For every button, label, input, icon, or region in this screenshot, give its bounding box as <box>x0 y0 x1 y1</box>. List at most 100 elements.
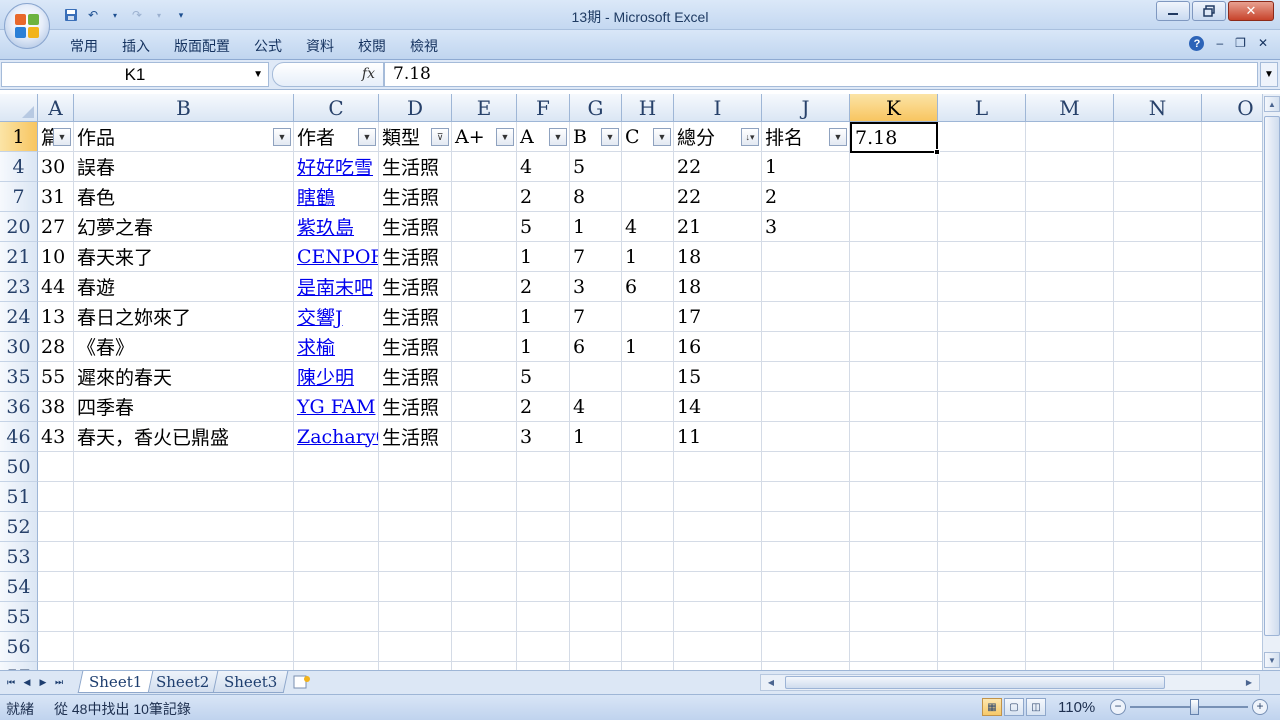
row-header[interactable]: 23 <box>0 272 38 302</box>
table-cell[interactable] <box>74 452 294 482</box>
table-cell[interactable] <box>622 482 674 512</box>
table-cell[interactable] <box>452 242 517 272</box>
column-header-h[interactable]: H <box>622 94 674 122</box>
table-cell[interactable]: 交響J <box>294 302 379 332</box>
table-cell[interactable] <box>517 572 570 602</box>
table-cell[interactable]: CENPOR <box>294 242 379 272</box>
table-cell[interactable] <box>938 212 1026 242</box>
table-cell[interactable] <box>452 602 517 632</box>
table-cell[interactable] <box>762 452 850 482</box>
table-cell[interactable] <box>452 362 517 392</box>
table-cell[interactable] <box>674 452 762 482</box>
normal-view-icon[interactable]: ▦ <box>982 698 1002 716</box>
table-cell[interactable] <box>570 572 622 602</box>
table-cell[interactable] <box>294 452 379 482</box>
table-cell[interactable]: 5 <box>517 212 570 242</box>
table-cell[interactable] <box>1026 152 1114 182</box>
table-cell[interactable] <box>1202 422 1262 452</box>
filter-dropdown-icon[interactable]: ▼ <box>358 128 376 146</box>
table-cell[interactable] <box>74 512 294 542</box>
table-cell[interactable] <box>452 632 517 662</box>
row-header[interactable]: 54 <box>0 572 38 602</box>
table-cell[interactable] <box>38 542 74 572</box>
column-header-d[interactable]: D <box>379 94 452 122</box>
table-cell[interactable]: 22 <box>674 152 762 182</box>
table-cell[interactable]: 1 <box>517 332 570 362</box>
table-cell[interactable] <box>622 182 674 212</box>
office-button[interactable] <box>4 3 50 49</box>
table-cell[interactable] <box>570 632 622 662</box>
table-cell[interactable]: 四季春 <box>74 392 294 422</box>
table-cell[interactable] <box>1202 362 1262 392</box>
table-cell[interactable]: 是南末吧 <box>294 272 379 302</box>
table-cell[interactable] <box>850 272 938 302</box>
table-cell[interactable]: 1 <box>517 242 570 272</box>
table-cell[interactable]: 21 <box>674 212 762 242</box>
table-cell[interactable] <box>74 542 294 572</box>
workbook-restore-icon[interactable]: ❐ <box>1235 36 1246 51</box>
table-cell[interactable]: 44 <box>38 272 74 302</box>
table-cell[interactable] <box>938 152 1026 182</box>
name-box[interactable]: K1 ▼ <box>1 62 269 87</box>
table-cell[interactable] <box>1026 272 1114 302</box>
table-cell[interactable] <box>1202 452 1262 482</box>
table-cell[interactable]: 30 <box>38 152 74 182</box>
table-cell[interactable]: 生活照 <box>379 392 452 422</box>
table-cell[interactable]: 生活照 <box>379 272 452 302</box>
fill-handle[interactable] <box>934 149 940 155</box>
filter-dropdown-icon[interactable]: ▼ <box>653 128 671 146</box>
horizontal-scroll-thumb[interactable] <box>785 676 1165 689</box>
table-cell[interactable] <box>762 632 850 662</box>
table-cell[interactable] <box>850 152 938 182</box>
minimize-button[interactable] <box>1156 1 1190 21</box>
table-cell[interactable] <box>1114 542 1202 572</box>
table-cell[interactable] <box>762 362 850 392</box>
table-cell[interactable] <box>850 602 938 632</box>
table-cell[interactable] <box>938 632 1026 662</box>
table-cell[interactable] <box>74 572 294 602</box>
table-cell[interactable] <box>379 512 452 542</box>
table-cell[interactable] <box>850 362 938 392</box>
table-cell[interactable]: YG FAM <box>294 392 379 422</box>
table-cell[interactable] <box>850 482 938 512</box>
expand-formula-bar-icon[interactable]: ▼ <box>1260 62 1278 87</box>
row-header[interactable]: 51 <box>0 482 38 512</box>
table-cell[interactable]: 生活照 <box>379 362 452 392</box>
table-cell[interactable] <box>1114 332 1202 362</box>
table-cell[interactable] <box>622 362 674 392</box>
table-cell[interactable]: 7 <box>570 242 622 272</box>
table-cell[interactable] <box>1026 482 1114 512</box>
table-cell[interactable]: 22 <box>674 182 762 212</box>
table-cell[interactable] <box>1202 272 1262 302</box>
table-cell[interactable] <box>762 392 850 422</box>
table-cell[interactable] <box>1202 392 1262 422</box>
table-cell[interactable] <box>850 662 938 670</box>
table-cell[interactable] <box>674 512 762 542</box>
column-header-b[interactable]: B <box>74 94 294 122</box>
workbook-minimize-icon[interactable]: – <box>1216 36 1223 51</box>
table-cell[interactable] <box>38 662 74 670</box>
table-cell[interactable] <box>38 452 74 482</box>
table-cell[interactable] <box>938 422 1026 452</box>
table-cell[interactable]: 28 <box>38 332 74 362</box>
table-cell[interactable] <box>1114 512 1202 542</box>
row-header[interactable]: 4 <box>0 152 38 182</box>
table-cell[interactable] <box>379 542 452 572</box>
table-cell[interactable] <box>1202 332 1262 362</box>
table-cell[interactable]: Zachary6 <box>294 422 379 452</box>
table-cell[interactable] <box>1202 662 1262 670</box>
column-header-g[interactable]: G <box>570 94 622 122</box>
table-cell[interactable] <box>622 152 674 182</box>
table-cell[interactable] <box>1202 632 1262 662</box>
table-cell[interactable] <box>850 392 938 422</box>
table-cell[interactable] <box>622 542 674 572</box>
table-cell[interactable] <box>1114 302 1202 332</box>
table-cell[interactable] <box>850 542 938 572</box>
scroll-left-icon[interactable]: ◀ <box>763 675 779 690</box>
table-cell[interactable] <box>1114 212 1202 242</box>
column-header-a[interactable]: A <box>38 94 74 122</box>
table-cell[interactable] <box>452 212 517 242</box>
table-cell[interactable]: 2 <box>517 182 570 212</box>
table-cell[interactable] <box>938 452 1026 482</box>
column-header-n[interactable]: N <box>1114 94 1202 122</box>
